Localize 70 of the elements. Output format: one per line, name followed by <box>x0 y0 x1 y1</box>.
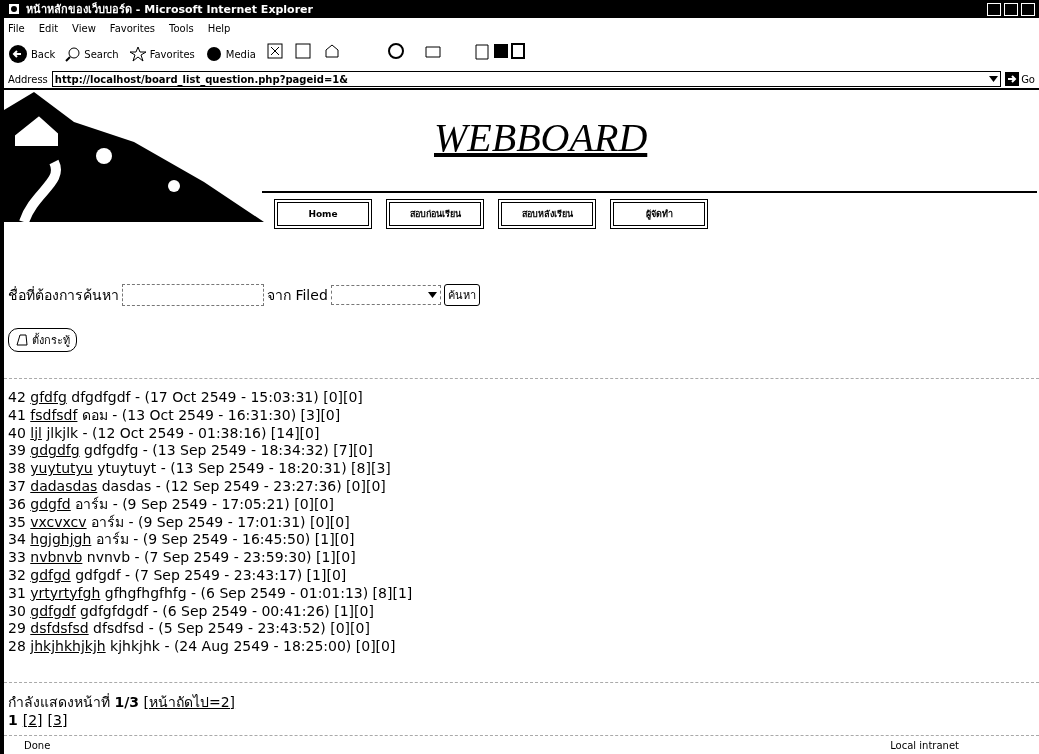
disc-icon <box>204 46 223 62</box>
post-entry: 29 dsfdsfsd dfsdfsd - (5 Sep 2549 - 23:43:52) [0][0] <box>8 620 371 639</box>
menu-item[interactable]: Help <box>207 22 231 34</box>
post-entry: 34 hgjghjgh อาร์ม - (9 Sep 2549 - 16:45:50) [1][0] <box>8 531 356 550</box>
field-label: จาก Filed <box>267 286 328 305</box>
post-entry: 31 yrtyrtyfgh gfhgfhgfhfg - (6 Sep 2549 - 01:01:13) [8][1] <box>8 584 414 603</box>
post-link[interactable]: gdfgdf <box>30 602 76 619</box>
post-link[interactable]: hgjghjgh <box>30 531 92 548</box>
post-link[interactable]: gfdfg <box>30 389 67 405</box>
page-link[interactable]: [3] <box>47 710 68 729</box>
menu-item[interactable]: File <box>8 22 25 34</box>
dropdown-arrow-icon <box>989 76 999 82</box>
nav-button[interactable]: Home <box>274 199 372 229</box>
menu-item[interactable]: Edit <box>38 22 59 34</box>
menu-item[interactable]: Tools <box>169 22 194 34</box>
toolbar-button[interactable]: Back <box>8 44 56 64</box>
toolbar-button[interactable]: Media <box>204 46 256 62</box>
star-icon <box>128 46 147 62</box>
menu-item[interactable]: View <box>72 22 96 34</box>
window-title: หน้าหลักของเว็บบอร์ด - Microsoft Internet Explorer <box>26 1 314 18</box>
maximize-button[interactable] <box>1004 2 1018 16</box>
post-link[interactable]: jhkjhkhjkjh <box>30 638 106 655</box>
nav-button[interactable]: ผู้จัดทำ <box>610 199 708 229</box>
post-entry: 30 gdfgdf gdfgfdgdf - (6 Sep 2549 - 00:41:26) [1][0] <box>8 602 375 621</box>
post-link[interactable]: dadasdas <box>30 478 98 494</box>
post-link[interactable]: gdgfd <box>30 495 71 512</box>
post-entry: 41 fsdfsdf ดอม - (13 Oct 2549 - 16:31:30) [3][0] <box>8 406 342 425</box>
search-icon <box>65 46 82 62</box>
post-entry: 40 ljl jlkjlk - (12 Oct 2549 - 01:38:16) [14][0] <box>8 424 321 443</box>
post-link[interactable]: gdfgd <box>30 566 71 583</box>
toolbar-button[interactable]: Search <box>65 46 119 62</box>
current-page-number: 1 <box>8 710 18 729</box>
search-button[interactable]: ค้นหา <box>443 284 480 306</box>
post-link[interactable]: nvbnvb <box>30 549 83 566</box>
search-label: ชื่อที่ต้องการค้นหา <box>8 285 119 305</box>
minimize-button[interactable] <box>987 2 1001 16</box>
post-entry: 32 gdfgd gdfgdf - (7 Sep 2549 - 23:43:17) [1][0] <box>8 566 348 585</box>
post-entry: 33 nvbnvb nvnvb - (7 Sep 2549 - 23:59:30) [1][0] <box>8 549 357 567</box>
post-link[interactable]: yuytutyu <box>30 460 93 477</box>
post-entry: 39 gdgdfg gdfgdfg - (13 Sep 2549 - 18:34:32) [7][0] <box>8 442 374 461</box>
post-entry: 36 gdgfd อาร์ม - (9 Sep 2549 - 17:05:21) [0][0] <box>8 495 335 514</box>
search-field[interactable] <box>122 284 264 306</box>
next-page-link[interactable]: [หน้าถัดไป=2] <box>143 693 236 710</box>
post-entry: 28 jhkjhkhjkjh kjhkjhk - (24 Aug 2549 - 18:25:00) [0][0] <box>8 638 397 656</box>
toolbar-button[interactable]: Favorites <box>128 46 195 62</box>
close-button[interactable] <box>1021 2 1035 16</box>
post-link[interactable]: ljl <box>30 424 42 441</box>
site-title: WEBBOARD <box>434 114 648 161</box>
nav-button[interactable]: สอบก่อนเรียน <box>386 199 484 229</box>
post-entry: 38 yuytutyu ytuytuyt - (13 Sep 2549 - 18:20:31) [8][3] <box>8 460 392 478</box>
field-dropdown[interactable] <box>330 285 441 305</box>
zone-text: Local intranet <box>890 739 959 751</box>
post-link[interactable]: vxcvxcv <box>30 513 87 530</box>
post-entry: 37 dadasdas dasdas - (12 Sep 2549 - 23:27:36) [0][0] <box>8 478 387 496</box>
post-entry: 35 vxcvxcv อาร์ม - (9 Sep 2549 - 17:01:31) [0][0] <box>8 513 351 531</box>
page-link[interactable]: [2] <box>22 710 43 729</box>
page-status: กำลังแสดงหน้าที่ 1/3 [หน้าถัดไป=2] <box>8 692 237 711</box>
status-text: Done <box>24 739 51 751</box>
address-label: Address <box>8 73 48 85</box>
nav-button[interactable]: สอบหลังเรียน <box>498 199 596 229</box>
post-link[interactable]: yrtyrtyfgh <box>30 584 101 601</box>
post-link[interactable]: dsfdsfsd <box>30 620 89 637</box>
browser-icon <box>8 3 20 15</box>
post-link[interactable]: fsdfsdf <box>30 406 78 423</box>
menu-item[interactable]: Favorites <box>109 22 155 34</box>
address-field[interactable]: http://localhost/board_list_question.php?pageid=1& <box>51 71 1002 87</box>
post-link[interactable]: gdgdfg <box>30 442 80 459</box>
post-entry: 42 gfdfg dfgdfgdf - (17 Oct 2549 - 15:03:31) [0][0] <box>8 389 364 407</box>
new-topic-button[interactable]: ตั้งกระทู้ <box>8 328 77 352</box>
dropdown-arrow-icon <box>427 292 437 298</box>
